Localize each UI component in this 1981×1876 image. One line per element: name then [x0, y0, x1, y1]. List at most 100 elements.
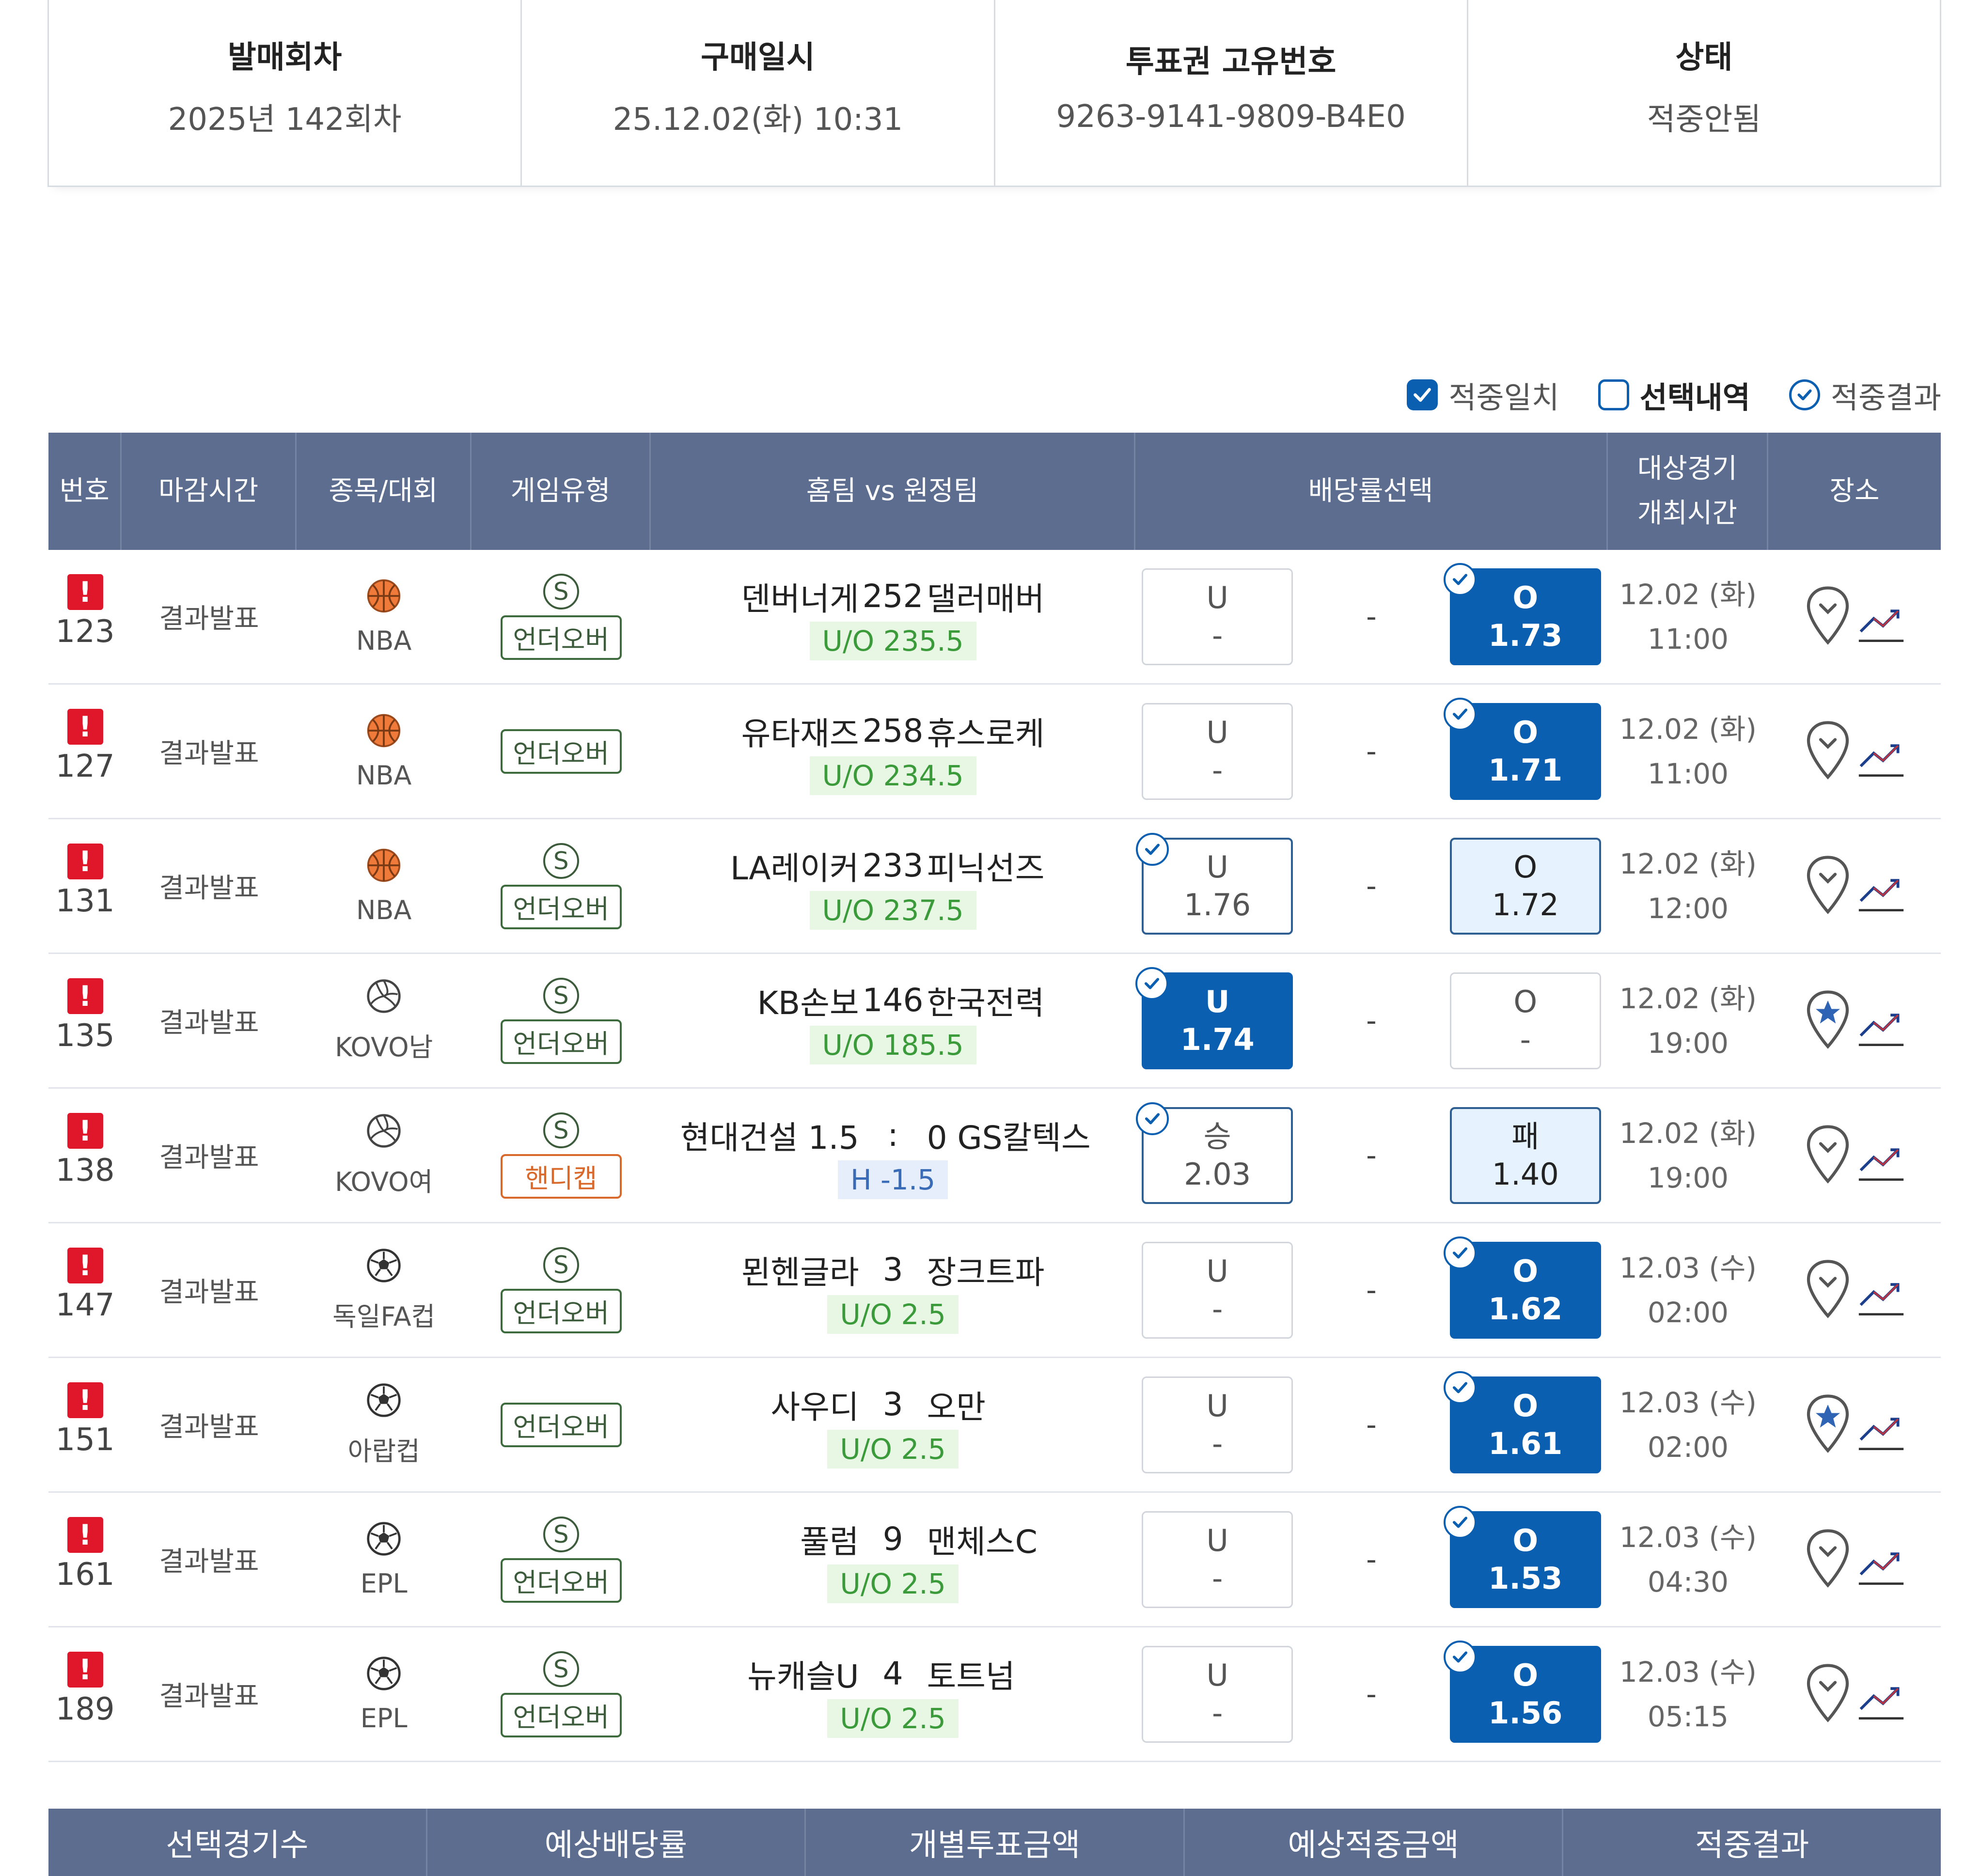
odds-right-button[interactable]: O 1.71: [1443, 697, 1601, 800]
odds-right-button[interactable]: 패 1.40: [1449, 1107, 1601, 1204]
sport-league: NBA: [356, 894, 412, 925]
home-team: 풀럼: [800, 1523, 859, 1561]
legend-hit-result[interactable]: 적중결과: [1789, 373, 1941, 417]
location-pin-icon[interactable]: [1804, 1527, 1852, 1592]
basketball-icon: [365, 847, 402, 890]
location-pin-icon[interactable]: [1804, 854, 1852, 919]
odds-label: O: [1512, 1657, 1539, 1693]
soccer-ball-icon: [365, 1382, 402, 1425]
trend-chart-icon[interactable]: [1857, 862, 1905, 911]
legend-hit-match[interactable]: 적중일치: [1407, 373, 1559, 417]
line-badge: U/O 2.5: [827, 1699, 959, 1738]
legend-selection[interactable]: 선택내역: [1598, 373, 1750, 417]
line-badge: U/O 185.5: [809, 1025, 976, 1064]
odds-cell: U - - O 1.53: [1135, 1493, 1608, 1626]
odds-label: O: [1512, 1388, 1539, 1423]
game-date: 12.02 (화): [1619, 1116, 1757, 1150]
trend-chart-icon[interactable]: [1857, 1535, 1905, 1585]
deadline-status: 결과발표: [159, 1142, 259, 1173]
col-game-time-line2: 개최시간: [1637, 498, 1737, 529]
away-team: 휴스로케: [927, 715, 1045, 752]
game-time-cell: 12.02 (화) 19:00: [1608, 1089, 1768, 1222]
odds-right-button[interactable]: O 1.61: [1443, 1371, 1601, 1473]
location-pin-icon[interactable]: [1804, 584, 1852, 649]
location-pin-icon[interactable]: [1804, 1258, 1852, 1323]
game-type-cell: 언더오버: [472, 685, 651, 818]
game-type-cell: S 언더오버: [472, 1493, 651, 1626]
summary-label: 투표권 고유번호: [1125, 44, 1336, 80]
trend-chart-icon[interactable]: [1857, 727, 1905, 777]
game-number: 131: [55, 883, 115, 919]
match-teams: 유타재즈 258 휴스로케: [656, 708, 1131, 754]
check-circle-icon[interactable]: [1789, 379, 1820, 410]
home-team: 사우디: [770, 1388, 859, 1426]
odds-left-button[interactable]: U 1.74: [1135, 967, 1293, 1069]
alert-icon: !: [67, 1516, 103, 1553]
away-team: 토트넘: [927, 1657, 1015, 1695]
odds-draw: -: [1366, 734, 1377, 768]
game-time: 02:00: [1647, 1430, 1729, 1464]
match-teams: 덴버너게 252 댈러매버: [656, 573, 1131, 620]
odds-right-button[interactable]: O 1.56: [1443, 1640, 1601, 1743]
odds-label: U: [1206, 1388, 1228, 1423]
odds-label: U: [1206, 579, 1228, 615]
odds-left-button[interactable]: U 1.76: [1136, 832, 1293, 935]
trend-chart-icon[interactable]: [1857, 593, 1905, 642]
star-pin-icon[interactable]: [1804, 988, 1852, 1053]
checkbox-checked-icon[interactable]: [1407, 379, 1438, 410]
trend-chart-icon[interactable]: [1857, 1670, 1905, 1720]
odds-label: O: [1513, 984, 1538, 1019]
checkbox-empty-icon[interactable]: [1598, 379, 1629, 410]
odds-right-button[interactable]: O 1.73: [1443, 563, 1601, 665]
trend-chart-icon[interactable]: [1857, 997, 1905, 1046]
match-cell: 풀럼 9 맨체스C U/O 2.5: [651, 1493, 1135, 1626]
home-team: 묀헨글라: [741, 1253, 859, 1291]
odds-label: U: [1206, 1522, 1228, 1558]
sport-cell: EPL: [297, 1627, 472, 1761]
odds-value: 2.03: [1184, 1156, 1251, 1192]
odds-left-button[interactable]: U-: [1142, 568, 1293, 665]
odds-right-button[interactable]: O 1.72: [1449, 837, 1601, 935]
legend-label: 선택내역: [1639, 380, 1750, 415]
odds-value: -: [1212, 1425, 1223, 1461]
odds-left-button[interactable]: 승 2.03: [1136, 1102, 1293, 1204]
game-date: 12.02 (화): [1619, 578, 1757, 611]
location-pin-icon[interactable]: [1804, 1662, 1852, 1727]
odds-right-button[interactable]: O-: [1449, 972, 1601, 1069]
odds-right-button[interactable]: O 1.62: [1443, 1236, 1601, 1339]
col-match: 홈팀 vs 원정팀: [651, 433, 1135, 550]
odds-label: 승: [1203, 1118, 1231, 1154]
match-teams: 현대건설 1.5:0 GS칼텍스: [656, 1112, 1131, 1158]
trend-chart-icon[interactable]: [1857, 1266, 1905, 1315]
away-team: 한국전력: [927, 984, 1045, 1022]
away-team: 댈러매버: [927, 580, 1045, 618]
game-type-badge: 언더오버: [500, 884, 622, 929]
location-pin-icon[interactable]: [1804, 1123, 1852, 1188]
odds-left-button[interactable]: U-: [1142, 1376, 1293, 1473]
odds-left-button[interactable]: U-: [1142, 1241, 1293, 1339]
trend-chart-icon[interactable]: [1857, 1131, 1905, 1181]
col-sport: 종목/대회: [297, 433, 472, 550]
away-team: 맨체스C: [927, 1523, 1038, 1561]
odds-value: 1.61: [1488, 1425, 1563, 1461]
basketball-icon: [365, 712, 402, 755]
game-date: 12.02 (화): [1619, 847, 1757, 880]
table-row: ! 135 결과발표 KOVO남 S 언더오버 KB손보 146 한국전력 U/O 185.5 U 1…: [48, 954, 1941, 1089]
odds-left-button[interactable]: U-: [1142, 1645, 1293, 1743]
footer-expected-odds: 예상배당률: [427, 1809, 806, 1876]
line-badge: U/O 237.5: [809, 891, 976, 930]
check-circle-icon: [1443, 1236, 1477, 1269]
match-teams: 묀헨글라 3 장크트파: [656, 1247, 1131, 1293]
game-type-badge: 언더오버: [500, 1692, 622, 1737]
trend-chart-icon[interactable]: [1857, 1401, 1905, 1450]
odds-right-button[interactable]: O 1.53: [1443, 1505, 1601, 1608]
game-time: 11:00: [1647, 622, 1729, 656]
star-pin-icon[interactable]: [1804, 1392, 1852, 1457]
home-team: LA레이커: [730, 849, 859, 887]
odds-left-button[interactable]: U-: [1142, 1511, 1293, 1608]
table-row: ! 127 결과발표 NBA 언더오버 유타재즈 258 휴스로케 U/O 234.5 U - - O 1…: [48, 685, 1941, 819]
home-team: KB손보: [757, 984, 859, 1022]
odds-left-button[interactable]: U-: [1142, 703, 1293, 800]
location-pin-icon[interactable]: [1804, 719, 1852, 784]
match-score: 3: [882, 1251, 903, 1288]
